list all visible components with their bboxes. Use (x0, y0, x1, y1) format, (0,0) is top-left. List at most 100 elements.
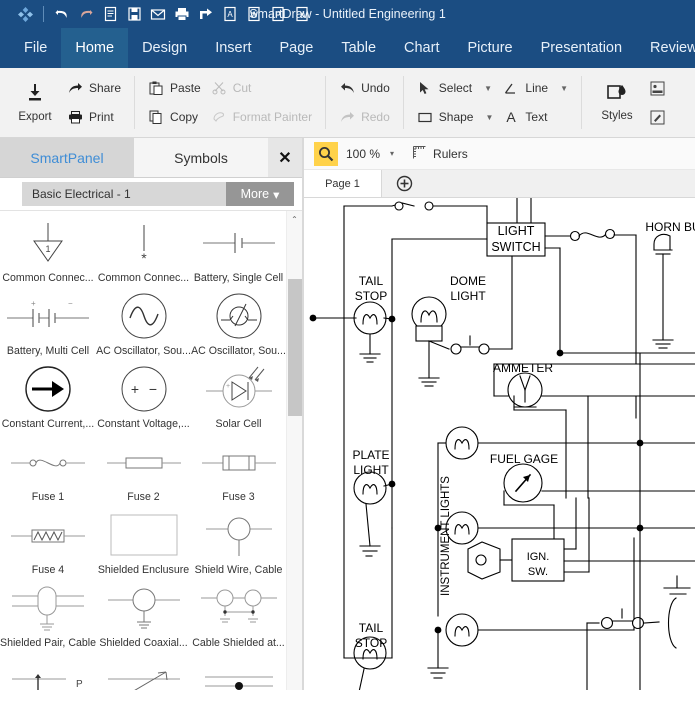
diagram-label-tail-2: TAIL (359, 621, 384, 635)
shape-tool-button[interactable]: Shape ▼ (412, 106, 499, 128)
format-painter-button[interactable]: Format Painter (206, 106, 317, 128)
redo-arrow-icon (339, 109, 355, 125)
tab-smartpanel[interactable]: SmartPanel (0, 138, 134, 177)
symbol-item-ac-oscillator-1[interactable]: AC Oscillator, Sou... (96, 287, 191, 360)
share-button[interactable]: Share (62, 77, 126, 99)
symbol-item-shield-wire-cable[interactable]: Shield Wire, Cable (191, 506, 286, 579)
symbol-item-fuse-1[interactable]: Fuse 1 (0, 433, 96, 506)
symbol-caption: Shielded Pair, Cable (0, 637, 96, 652)
share-icon[interactable] (195, 3, 217, 25)
zoom-chevron-down-icon[interactable]: ▾ (390, 149, 394, 158)
tab-presentation[interactable]: Presentation (527, 28, 636, 68)
symbol-item-shielded-pair-cable[interactable]: Shielded Pair, Cable (0, 579, 96, 652)
rulers-label: Rulers (433, 147, 468, 161)
library-name-field[interactable]: Basic Electrical - 1 (22, 182, 226, 206)
line-chevron-down-icon[interactable]: ▼ (560, 84, 568, 93)
print-button[interactable]: Print (62, 106, 126, 128)
edit-style-button[interactable] (644, 106, 670, 128)
symbol-item-common-connection-1[interactable]: 1 Common Connec... (0, 214, 96, 287)
symbol-item-battery-single-cell[interactable]: Battery, Single Cell (191, 214, 286, 287)
tab-table[interactable]: Table (327, 28, 390, 68)
symbol-item-shielded-coaxial[interactable]: Shielded Coaxial... (96, 579, 191, 652)
styles-label: Styles (601, 110, 632, 122)
ribbon-group-history: Undo Redo (326, 68, 403, 137)
zoom-level-value[interactable]: 100 % (346, 147, 380, 161)
smartdraw-logo-icon[interactable] (14, 3, 36, 25)
close-panel-icon[interactable]: ✕ (268, 138, 302, 177)
paste-copy-stack: Paste Copy (143, 77, 206, 128)
line-tool-button[interactable]: Line ▼ (498, 77, 573, 99)
paste-button[interactable]: Paste (143, 77, 206, 99)
diagram-canvas[interactable]: LIGHT SWITCH TAIL STOP DOME LIGHT HORN B… (304, 198, 695, 690)
ruler-icon (412, 145, 428, 163)
symbol-item-common-connection-2[interactable]: * Common Connec... (96, 214, 191, 287)
symbol-item-crossed-cable[interactable] (96, 652, 191, 690)
tab-insert[interactable]: Insert (201, 28, 265, 68)
line-angle-icon (503, 80, 519, 96)
email-icon[interactable] (147, 3, 169, 25)
tab-review[interactable]: Review (636, 28, 695, 68)
symbol-item-cable-shielded-at[interactable]: Cable Shielded at... (191, 579, 286, 652)
wiring-diagram[interactable]: LIGHT SWITCH TAIL STOP DOME LIGHT HORN B… (304, 198, 695, 690)
symbol-item-pair-cable-p[interactable]: P (0, 652, 96, 690)
symbol-caption: Constant Current,... (2, 418, 94, 433)
plus-circle-icon[interactable] (382, 170, 426, 197)
export-label: Export (18, 111, 51, 123)
symbol-caption: Battery, Multi Cell (7, 345, 89, 360)
symbol-item-constant-current[interactable]: Constant Current,... (0, 360, 96, 433)
symbol-item-fuse-2[interactable]: Fuse 2 (96, 433, 191, 506)
pair-cable-p-icon: P (0, 652, 96, 690)
styles-button[interactable]: Styles (590, 74, 644, 132)
save-icon[interactable] (123, 3, 145, 25)
ac-oscillator-sine-icon (96, 287, 191, 345)
tab-design[interactable]: Design (128, 28, 201, 68)
diagram-label-plate: PLATE (352, 448, 389, 462)
symbol-item-constant-voltage[interactable]: +− Constant Voltage,... (96, 360, 191, 433)
cut-button[interactable]: Cut (206, 77, 317, 99)
export-excel-icon[interactable]: X (291, 3, 313, 25)
svg-text:P: P (275, 11, 281, 20)
rulers-toggle[interactable]: Rulers (412, 145, 468, 163)
theme-button[interactable] (644, 77, 670, 99)
copy-button[interactable]: Copy (143, 106, 206, 128)
select-tool-button[interactable]: Select ▼ (412, 77, 499, 99)
symbol-item-shielded-enclosure[interactable]: Shielded Enclusure (96, 506, 191, 579)
undo-button[interactable]: Undo (334, 77, 395, 99)
view-toolbar: 100 % ▾ Rulers (304, 138, 695, 170)
new-document-icon[interactable] (99, 3, 121, 25)
tab-symbols[interactable]: Symbols (134, 138, 268, 177)
scroll-up-arrow-icon[interactable]: ⌃ (287, 211, 302, 227)
scrollbar-thumb[interactable] (288, 279, 302, 416)
export-button[interactable]: Export (8, 74, 62, 132)
tab-picture[interactable]: Picture (453, 28, 526, 68)
more-libraries-button[interactable]: More ▾ (226, 182, 294, 206)
symbol-item-cable-dot[interactable] (191, 652, 286, 690)
format-painter-label: Format Painter (233, 110, 312, 124)
export-pdf-icon[interactable]: A (219, 3, 241, 25)
svg-text:−: − (68, 299, 73, 308)
export-word-icon[interactable]: W (243, 3, 265, 25)
symbol-item-fuse-4[interactable]: Fuse 4 (0, 506, 96, 579)
qat-separator (43, 6, 44, 22)
symbol-item-ac-oscillator-2[interactable]: AC Oscillator, Sou... (191, 287, 286, 360)
symbol-item-battery-multi-cell[interactable]: +− Battery, Multi Cell (0, 287, 96, 360)
symbol-panel-scrollbar[interactable]: ⌃ (286, 211, 302, 690)
undo-icon[interactable] (51, 3, 73, 25)
redo-icon[interactable] (75, 3, 97, 25)
fuse-4-icon (0, 506, 96, 564)
page-tab-1[interactable]: Page 1 (304, 170, 382, 197)
theme-grid-icon (649, 80, 665, 96)
text-tool-button[interactable]: A Text (498, 106, 573, 128)
tab-chart[interactable]: Chart (390, 28, 453, 68)
symbol-item-fuse-3[interactable]: Fuse 3 (191, 433, 286, 506)
shape-chevron-down-icon[interactable]: ▼ (485, 113, 493, 122)
select-chevron-down-icon[interactable]: ▼ (484, 84, 492, 93)
print-icon[interactable] (171, 3, 193, 25)
symbol-item-solar-cell[interactable]: + Solar Cell (191, 360, 286, 433)
redo-button[interactable]: Redo (334, 106, 395, 128)
tab-file[interactable]: File (10, 28, 61, 68)
tab-page[interactable]: Page (265, 28, 327, 68)
tab-home[interactable]: Home (61, 28, 128, 68)
export-ppt-icon[interactable]: P (267, 3, 289, 25)
magnifier-icon[interactable] (314, 142, 338, 166)
